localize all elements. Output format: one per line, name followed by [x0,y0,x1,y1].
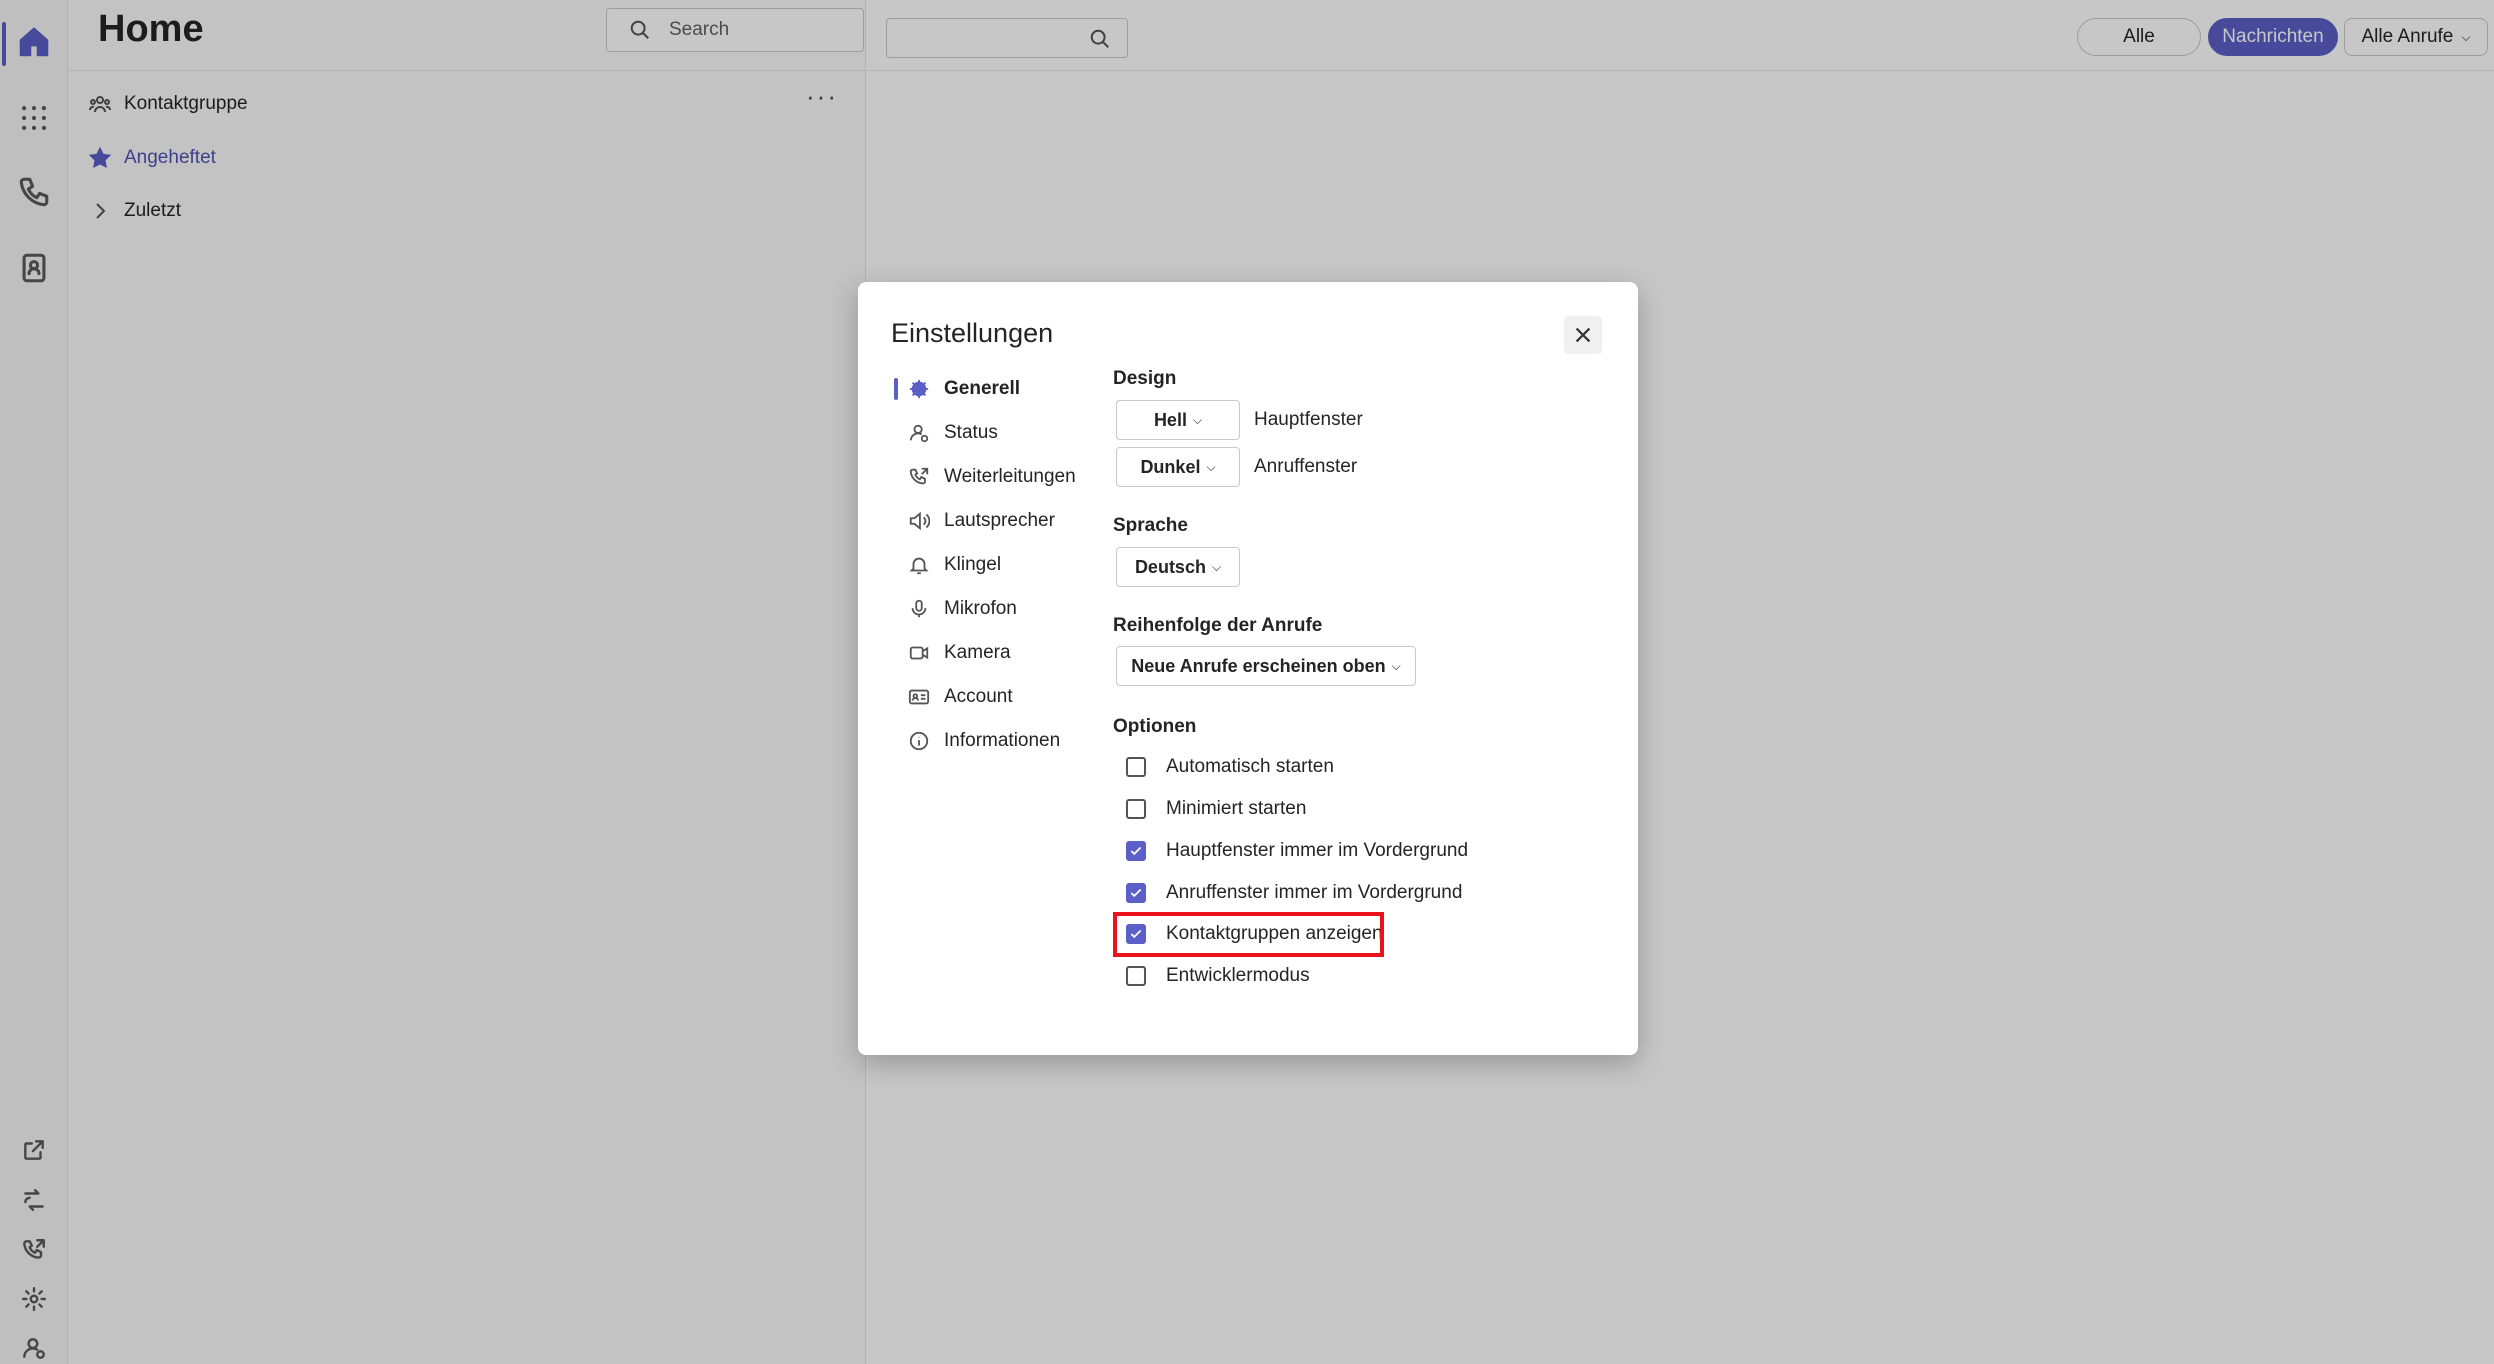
nav-generell[interactable]: Generell [908,371,1020,407]
option-label: Minimiert starten [1166,798,1307,819]
nav-informationen[interactable]: Informationen [908,723,1060,759]
nav-klingel[interactable]: Klingel [908,547,1001,583]
camera-icon [909,646,929,660]
speaker-icon [909,511,930,531]
nav-status[interactable]: Status [908,415,998,451]
nav-label: Account [944,686,1013,707]
checkbox[interactable] [1126,799,1146,819]
nav-label: Lautsprecher [944,510,1055,531]
dropdown-value: Hell [1153,409,1187,430]
nav-label: Kamera [944,642,1011,663]
gear-icon [909,379,929,399]
chevron-down-icon: ⌵ [1206,459,1216,474]
dropdown-value: Deutsch [1134,556,1206,577]
nav-label: Mikrofon [944,598,1017,619]
person-status-icon [909,424,929,443]
option-main-window-on-top[interactable]: Hauptfenster immer im Vordergrund [1126,837,1468,865]
section-heading-sprache: Sprache [1113,515,1188,536]
option-call-window-on-top[interactable]: Anruffenster immer im Vordergrund [1126,879,1462,907]
nav-label: Status [944,422,998,443]
nav-lautsprecher[interactable]: Lautsprecher [908,503,1055,539]
nav-label: Informationen [944,730,1061,751]
checkbox-checked[interactable] [1126,841,1146,861]
nav-kamera[interactable]: Kamera [908,635,1011,671]
design-main-dropdown[interactable]: Hell ⌵ [1116,400,1240,440]
dropdown-value: Dunkel [1140,456,1201,477]
design-main-label: Hauptfenster [1254,409,1363,430]
nav-label: Weiterleitungen [944,466,1076,487]
language-dropdown[interactable]: Deutsch ⌵ [1116,547,1240,587]
design-call-label: Anruffenster [1254,456,1358,477]
option-label: Hauptfenster immer im Vordergrund [1166,840,1469,861]
info-icon [909,731,929,751]
nav-label: Generell [944,378,1021,399]
nav-mikrofon[interactable]: Mikrofon [908,591,1017,627]
close-icon [1575,327,1591,343]
design-call-dropdown[interactable]: Dunkel ⌵ [1116,447,1240,487]
chevron-down-icon: ⌵ [1211,559,1222,574]
checkbox-checked[interactable] [1126,883,1146,903]
section-heading-optionen: Optionen [1113,716,1197,737]
checkbox[interactable] [1126,966,1146,986]
contact-card-icon [908,689,930,705]
dropdown-value: Neue Anrufe erscheinen oben [1131,655,1386,676]
checkmark-icon [1130,846,1142,856]
nav-account[interactable]: Account [908,679,1013,715]
checkmark-icon [1130,888,1142,898]
option-label: Automatisch starten [1166,756,1334,777]
option-label: Entwicklermodus [1166,965,1310,986]
highlight-box [1113,912,1384,957]
microphone-icon [911,599,927,618]
chevron-down-icon: ⌵ [1192,412,1203,427]
option-label: Anruffenster immer im Vordergrund [1166,882,1463,903]
option-developer-mode[interactable]: Entwicklermodus [1126,962,1310,990]
bell-icon [909,557,929,575]
close-button[interactable] [1564,316,1602,354]
active-nav-indicator [894,378,898,400]
option-minimized-start[interactable]: Minimiert starten [1126,795,1306,823]
nav-label: Klingel [944,554,1002,575]
section-heading-reihenfolge: Reihenfolge der Anrufe [1113,615,1323,636]
section-heading-design: Design [1113,368,1177,389]
dialog-title: Einstellungen [891,318,1054,348]
call-order-dropdown[interactable]: Neue Anrufe erscheinen oben ⌵ [1116,646,1416,686]
option-autostart[interactable]: Automatisch starten [1126,753,1334,781]
settings-dialog: Einstellungen Generell Status Weiterleit… [858,282,1638,1055]
checkbox[interactable] [1126,757,1146,777]
nav-weiterleitungen[interactable]: Weiterleitungen [908,459,1076,495]
chevron-down-icon: ⌵ [1391,658,1401,673]
call-forward-icon [909,467,929,485]
